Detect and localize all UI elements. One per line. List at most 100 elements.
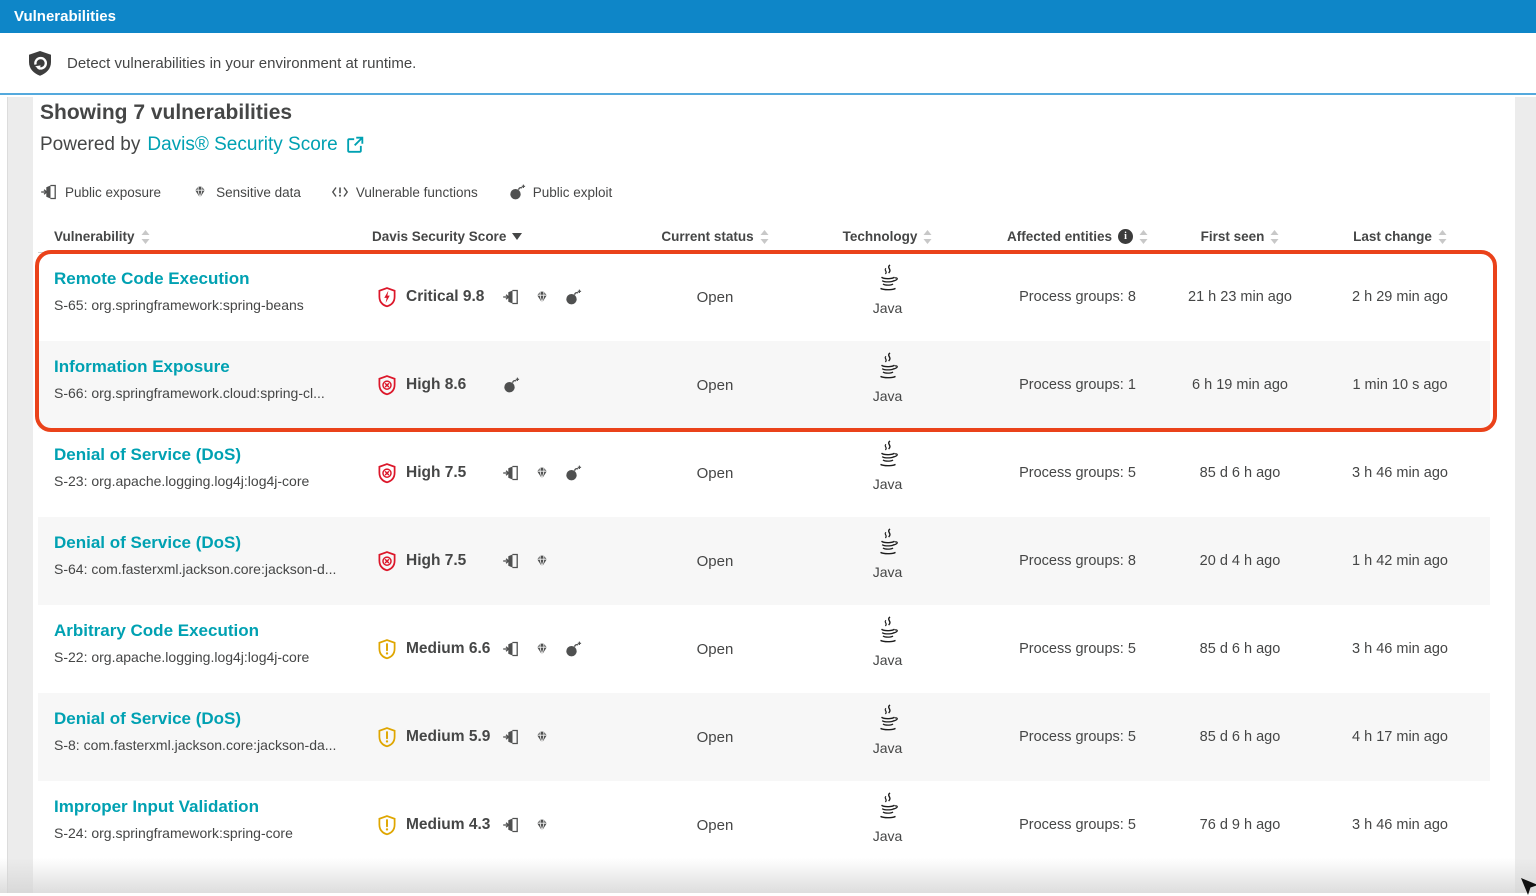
affected-entities-cell: Process groups: 1 xyxy=(985,341,1170,429)
table-row[interactable]: Denial of Service (DoS) S-23: org.apache… xyxy=(38,429,1490,517)
java-icon xyxy=(873,616,903,650)
sort-icon xyxy=(923,230,932,244)
legend-label: Sensitive data xyxy=(216,185,301,200)
current-status-cell: Open xyxy=(640,429,790,517)
gem-icon xyxy=(533,640,551,658)
severity-score-label: Medium 5.9 xyxy=(406,728,502,746)
table-row[interactable]: Remote Code Execution S-65: org.springfr… xyxy=(38,253,1490,341)
banner-text: Detect vulnerabilities in your environme… xyxy=(67,55,416,72)
legend-vulnerable-functions: Vulnerable functions xyxy=(331,183,478,201)
first-seen-cell: 76 d 9 h ago xyxy=(1170,781,1310,869)
current-status-cell: Open xyxy=(640,517,790,605)
door-icon xyxy=(502,816,520,834)
door-icon xyxy=(40,183,58,201)
vulnerability-title-link[interactable]: Improper Input Validation xyxy=(54,797,368,817)
davis-security-score-link[interactable]: Davis® Security Score xyxy=(147,134,364,156)
current-status-cell: Open xyxy=(640,693,790,781)
column-header-vulnerability[interactable]: Vulnerability xyxy=(38,229,368,244)
vulnerability-component: S-8: com.fasterxml.jackson.core:jackson-… xyxy=(54,737,368,753)
severity-score-label: High 7.5 xyxy=(406,552,502,570)
lightning-glyph xyxy=(384,291,390,303)
vulnerability-title-link[interactable]: Remote Code Execution xyxy=(54,269,368,289)
affected-entities-cell: Process groups: 8 xyxy=(985,517,1170,605)
severity-score-label: Medium 6.6 xyxy=(406,640,502,658)
vulnerability-title-link[interactable]: Denial of Service (DoS) xyxy=(54,709,368,729)
legend-label: Vulnerable functions xyxy=(356,185,478,200)
app-title-bar: Vulnerabilities xyxy=(0,0,1536,33)
gem-icon xyxy=(533,816,551,834)
column-label: Davis Security Score xyxy=(372,229,506,244)
legend-label: Public exposure xyxy=(65,185,161,200)
technology-cell: Java xyxy=(790,429,985,517)
info-icon[interactable]: i xyxy=(1118,229,1133,244)
door-icon xyxy=(502,640,520,658)
code-icon xyxy=(331,183,349,201)
bomb-icon xyxy=(508,183,526,201)
column-header-last-change[interactable]: Last change xyxy=(1310,229,1490,244)
table-body: Remote Code Execution S-65: org.springfr… xyxy=(38,253,1490,869)
bomb-icon xyxy=(564,640,582,658)
gem-icon xyxy=(533,288,551,306)
technology-cell: Java xyxy=(790,781,985,869)
results-count-heading: Showing 7 vulnerabilities xyxy=(40,101,1490,125)
circle-x-glyph xyxy=(383,557,391,565)
current-status-cell: Open xyxy=(640,781,790,869)
table-row[interactable]: Arbitrary Code Execution S-22: org.apach… xyxy=(38,605,1490,693)
table-row[interactable]: Denial of Service (DoS) S-64: com.faster… xyxy=(38,517,1490,605)
severity-score-label: Medium 4.3 xyxy=(406,816,502,834)
column-label: Current status xyxy=(661,229,753,244)
davis-security-score-cell: Medium 4.3 xyxy=(368,781,640,869)
column-header-current-status[interactable]: Current status xyxy=(640,229,790,244)
gem-icon xyxy=(533,464,551,482)
vulnerability-title-link[interactable]: Denial of Service (DoS) xyxy=(54,445,368,465)
sort-icon xyxy=(1270,230,1279,244)
risk-flag-icons xyxy=(502,552,551,570)
runtime-banner: Detect vulnerabilities in your environme… xyxy=(0,33,1536,95)
legend-public-exploit: Public exploit xyxy=(508,183,613,201)
vulnerability-cell: Denial of Service (DoS) S-64: com.faster… xyxy=(38,517,368,605)
column-header-first-seen[interactable]: First seen xyxy=(1170,229,1310,244)
door-icon xyxy=(502,552,520,570)
affected-entities-cell: Process groups: 5 xyxy=(985,605,1170,693)
technology-cell: Java xyxy=(790,341,985,429)
severity-shield-icon xyxy=(376,462,398,484)
legend: Public exposure Sensitive data Vulnerabl… xyxy=(40,183,1490,201)
left-gutter xyxy=(7,97,33,893)
vulnerability-component: S-66: org.springframework.cloud:spring-c… xyxy=(54,385,368,401)
column-header-affected-entities[interactable]: Affected entities i xyxy=(985,229,1170,244)
severity-shield-icon xyxy=(376,726,398,748)
technology-cell: Java xyxy=(790,605,985,693)
technology-label: Java xyxy=(873,652,903,668)
column-header-davis-security-score[interactable]: Davis Security Score xyxy=(368,229,640,244)
legend-sensitive-data: Sensitive data xyxy=(191,183,301,201)
risk-flag-icons xyxy=(502,288,582,306)
vulnerability-cell: Information Exposure S-66: org.springfra… xyxy=(38,341,368,429)
vulnerability-cell: Denial of Service (DoS) S-8: com.fasterx… xyxy=(38,693,368,781)
davis-security-score-cell: Medium 6.6 xyxy=(368,605,640,693)
legend-public-exposure: Public exposure xyxy=(40,183,161,201)
risk-flag-icons xyxy=(502,640,582,658)
right-gutter[interactable] xyxy=(1515,97,1536,893)
vulnerability-title-link[interactable]: Denial of Service (DoS) xyxy=(54,533,368,553)
gem-icon xyxy=(533,728,551,746)
severity-shield-icon xyxy=(376,638,398,660)
vulnerability-title-link[interactable]: Information Exposure xyxy=(54,357,368,377)
risk-flag-icons xyxy=(502,816,551,834)
severity-shield-icon xyxy=(376,814,398,836)
sort-icon xyxy=(1139,230,1148,244)
exclamation-glyph xyxy=(386,820,388,831)
column-label: Technology xyxy=(843,229,918,244)
column-label: Vulnerability xyxy=(54,229,135,244)
current-status-cell: Open xyxy=(640,605,790,693)
last-change-cell: 3 h 46 min ago xyxy=(1310,429,1490,517)
vulnerability-title-link[interactable]: Arbitrary Code Execution xyxy=(54,621,368,641)
vulnerabilities-content: Showing 7 vulnerabilities Powered by Dav… xyxy=(38,97,1490,869)
table-row[interactable]: Information Exposure S-66: org.springfra… xyxy=(38,341,1490,429)
table-row[interactable]: Improper Input Validation S-24: org.spri… xyxy=(38,781,1490,869)
risk-flag-icons xyxy=(502,376,520,394)
column-header-technology[interactable]: Technology xyxy=(790,229,985,244)
sort-desc-icon xyxy=(512,233,522,240)
current-status-cell: Open xyxy=(640,341,790,429)
external-link-icon xyxy=(345,135,365,155)
table-row[interactable]: Denial of Service (DoS) S-8: com.fasterx… xyxy=(38,693,1490,781)
